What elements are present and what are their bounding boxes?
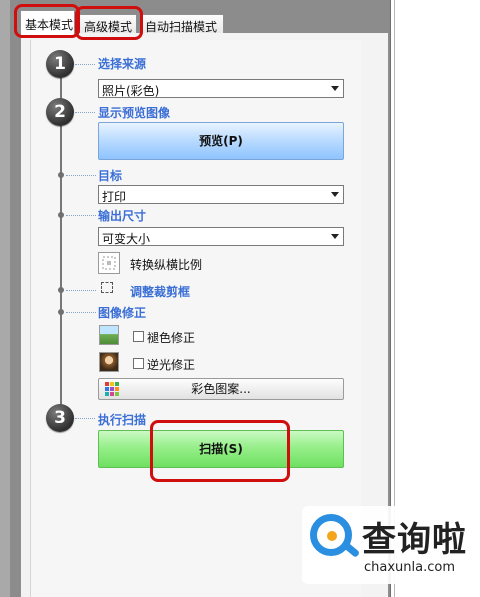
output-size-value: 可变大小 <box>102 232 151 246</box>
output-size-select[interactable]: 可变大小 <box>98 227 344 246</box>
target-label: 目标 <box>98 169 123 183</box>
preview-label: 显示预览图像 <box>98 106 171 120</box>
dotted-leader <box>66 175 96 176</box>
output-size-bullet <box>58 212 64 218</box>
watermark-url: chaxunla.com <box>364 560 455 575</box>
logo-dot <box>327 531 337 541</box>
scan-label: 执行扫描 <box>98 413 147 427</box>
backlight-correction-checkbox[interactable] <box>133 358 144 369</box>
source-label: 选择来源 <box>98 57 147 71</box>
window-background <box>0 0 10 597</box>
tab-auto-scan-mode[interactable]: 自动扫描模式 <box>140 14 224 34</box>
chevron-down-icon <box>331 86 339 91</box>
aspect-ratio-icon[interactable] <box>98 252 120 274</box>
dotted-leader <box>75 64 95 65</box>
magnifier-handle <box>341 541 361 558</box>
dotted-leader <box>66 312 96 313</box>
dotted-leader <box>66 215 96 216</box>
step-number: 3 <box>54 408 66 428</box>
portrait-photo-icon <box>99 352 119 372</box>
output-size-label: 输出尺寸 <box>98 209 147 223</box>
chevron-down-icon <box>331 234 339 239</box>
palette-glyph <box>105 382 119 396</box>
step-number: 2 <box>54 102 66 122</box>
dotted-leader <box>66 290 96 291</box>
fade-correction-checkbox[interactable] <box>133 331 144 342</box>
step-3-icon: 3 <box>46 404 74 432</box>
watermark: 查询啦 chaxunla.com <box>302 506 476 584</box>
image-correction-bullet <box>58 309 64 315</box>
preview-button[interactable]: 预览(P) <box>98 122 344 160</box>
dotted-leader <box>75 418 95 419</box>
source-value: 照片(彩色) <box>102 84 160 98</box>
step-connector <box>60 124 62 408</box>
color-pattern-button[interactable]: 彩色图案... <box>98 378 344 400</box>
watermark-brand: 查询啦 <box>362 520 467 560</box>
image-correction-label: 图像修正 <box>98 306 147 320</box>
backlight-correction-label: 逆光修正 <box>147 358 196 372</box>
color-pattern-label: 彩色图案... <box>191 382 251 396</box>
tab-advanced-mode[interactable]: 高级模式 <box>79 14 137 34</box>
palette-icon <box>105 382 119 396</box>
tab-label: 高级模式 <box>84 20 133 34</box>
crop-label[interactable]: 调整裁剪框 <box>130 283 190 300</box>
target-value: 打印 <box>102 190 127 204</box>
landscape-photo-icon <box>99 325 119 345</box>
target-bullet <box>58 172 64 178</box>
target-select[interactable]: 打印 <box>98 185 344 204</box>
tab-basic-mode[interactable]: 基本模式 <box>20 10 75 35</box>
crop-bullet <box>58 287 64 293</box>
dotted-leader <box>75 112 95 113</box>
fade-correction-label: 褪色修正 <box>147 331 196 345</box>
chevron-down-icon <box>331 192 339 197</box>
crop-frame-icon[interactable] <box>101 282 113 293</box>
step-number: 1 <box>54 54 66 74</box>
scan-button[interactable]: 扫描(S) <box>98 430 344 468</box>
source-select[interactable]: 照片(彩色) <box>98 79 344 98</box>
tab-label: 基本模式 <box>25 18 74 32</box>
aspect-ratio-label: 转换纵横比例 <box>130 258 203 272</box>
step-1-icon: 1 <box>46 50 74 78</box>
tab-label: 自动扫描模式 <box>145 20 218 34</box>
mode-tabs: 基本模式 高级模式 自动扫描模式 <box>20 10 390 35</box>
step-2-icon: 2 <box>46 98 74 126</box>
aspect-ratio-glyph <box>102 256 116 270</box>
